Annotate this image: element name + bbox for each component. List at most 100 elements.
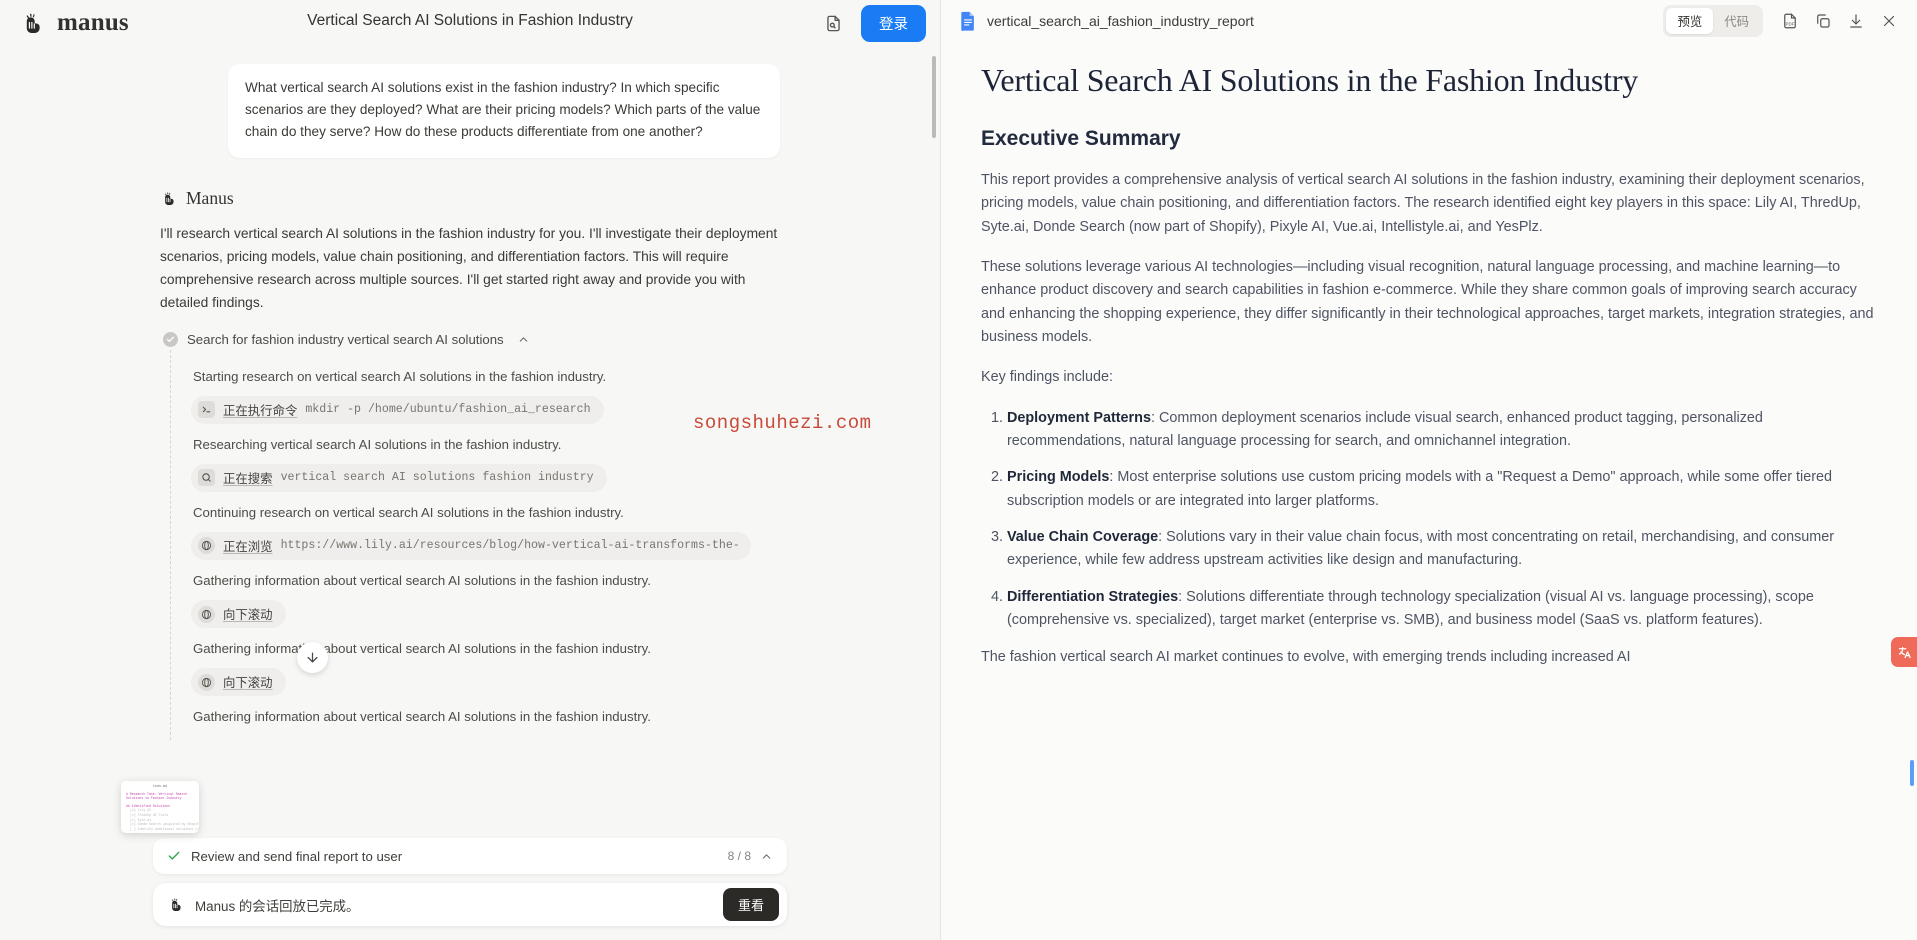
google-doc-icon [961,11,974,31]
manus-hand-icon [164,192,174,206]
chat-pane: manus Vertical Search AI Solutions in Fa… [0,0,940,940]
md-preview-filename: todo.md [152,785,168,789]
substep: Gathering information about vertical sea… [191,638,780,697]
top-bar: manus Vertical Search AI Solutions in Fa… [0,0,940,46]
chip-label: 向下滚动 [223,608,273,623]
report-paragraph: Key findings include: [981,369,1113,386]
copy-icon[interactable] [1809,7,1837,35]
check-icon [167,849,181,863]
report-document[interactable]: Vertical Search AI Solutions in the Fash… [941,42,1917,940]
status-text: Manus 的会话回放已完成。 [195,898,360,914]
finding-term: Pricing Models [1007,469,1110,486]
chat-scrollbar[interactable] [932,56,936,138]
substep: Researching vertical search AI solutions… [191,434,780,492]
chip-value: vertical search AI solutions fashion ind… [280,471,594,485]
file-name: vertical_search_ai_fashion_industry_repo… [987,13,1254,29]
login-button[interactable]: 登录 [861,4,926,42]
manus-hand-icon [171,898,181,912]
download-icon[interactable] [1842,7,1870,35]
substep: Gathering information about vertical sea… [191,706,780,727]
page-title: Vertical Search AI Solutions in Fashion … [307,12,633,29]
report-paragraph: These solutions leverage various AI tech… [981,258,1874,345]
app-root: manus Vertical Search AI Solutions in Fa… [0,0,1917,940]
close-icon[interactable] [1875,7,1903,35]
tool-chip-scroll[interactable]: 向下滚动 [191,600,286,629]
document-search-icon[interactable] [819,9,847,37]
chip-label: 正在浏览 [223,539,273,554]
panel-header: vertical_search_ai_fashion_industry_repo… [941,0,1917,42]
chip-label: 向下滚动 [223,676,273,691]
substep-text: Researching vertical search AI solutions… [193,436,562,452]
final-step-meta: 8 / 8 [728,849,773,863]
search-icon [198,469,215,487]
chip-value: mkdir -p /home/ubuntu/fashion_ai_researc… [305,403,591,417]
tool-chip-command[interactable]: 正在执行命令 mkdir -p /home/ubuntu/fashion_ai_… [191,395,604,424]
replay-button[interactable]: 重看 [722,888,779,921]
finding-term: Differentiation Strategies [1007,588,1179,605]
user-message: What vertical search AI solutions exist … [228,64,780,159]
svg-text:PDF: PDF [1786,22,1795,27]
substep: Starting research on vertical search AI … [191,366,780,424]
markdown-preview-popover: todo.md # Research Task: Vertical Search… [121,781,199,833]
list-item: Value Chain Coverage: Solutions vary in … [1007,526,1877,573]
panel-tools: 预览 代码 PDF [1663,5,1903,37]
final-step-row[interactable]: Review and send final report to user 8 /… [153,838,787,874]
list-item: Deployment Patterns: Common deployment s… [1007,407,1877,454]
final-step-label: Review and send final report to user [191,848,403,864]
chat-dock: todo.md # Research Task: Vertical Search… [0,781,940,940]
assistant-intro: I'll research vertical search AI solutio… [160,226,778,310]
check-circle-icon [163,332,178,348]
substep: Gathering information about vertical sea… [191,570,780,629]
chip-label: 正在执行命令 [223,403,298,418]
tool-chip-search[interactable]: 正在搜索 vertical search AI solutions fashio… [191,463,607,492]
tab-preview[interactable]: 预览 [1666,8,1714,34]
scroll-to-bottom-button[interactable] [297,642,328,673]
chip-label: 正在搜索 [223,471,273,486]
md-preview-line: needed) [126,832,194,833]
pdf-icon[interactable]: PDF [1776,7,1804,35]
substep-text: Gathering information about vertical sea… [193,641,651,657]
tab-code[interactable]: 代码 [1713,8,1760,34]
view-mode-toggle: 预览 代码 [1663,5,1763,37]
browser-icon [198,605,215,623]
tool-chip-browse[interactable]: 正在浏览 https://www.lily.ai/resources/blog/… [191,531,751,560]
chat-content: What vertical search AI solutions exist … [160,64,780,741]
chip-value: https://www.lily.ai/resources/blog/how-v… [280,539,738,553]
report-scrollbar[interactable] [1910,760,1914,786]
substep-text: Gathering information about vertical sea… [193,709,651,725]
step-counter: 8 / 8 [727,849,751,863]
step-header[interactable]: Search for fashion industry vertical sea… [163,332,780,348]
terminal-icon [198,401,215,419]
browser-icon [198,537,215,555]
substep: Continuing research on vertical search A… [191,502,780,560]
status-left: Manus 的会话回放已完成。 [169,895,359,915]
tool-chip-scroll[interactable]: 向下滚动 [191,668,286,697]
assistant-name: Manus [186,188,234,209]
list-item: Differentiation Strategies: Solutions di… [1007,586,1877,633]
manus-hand-icon [26,13,40,33]
step-title: Search for fashion industry vertical sea… [187,332,504,348]
translate-badge-icon[interactable] [1891,637,1917,667]
chevron-up-icon[interactable] [760,850,773,863]
report-section-heading: Executive Summary [981,126,1181,150]
finding-term: Value Chain Coverage [1007,528,1159,545]
list-item: Pricing Models: Most enterprise solution… [1007,466,1877,513]
substep-text: Starting research on vertical search AI … [193,368,607,384]
browser-icon [198,673,215,691]
substep-text: Continuing research on vertical search A… [193,504,624,520]
step-body: Starting research on vertical search AI … [170,349,780,741]
brand-name: manus [57,9,129,36]
report-paragraph: This report provides a comprehensive ana… [981,171,1865,235]
assistant-header: Manus [162,188,780,209]
finding-term: Deployment Patterns [1007,409,1151,426]
watermark: songshuhezi.com [693,412,872,434]
report-closing-paragraph: The fashion vertical search AI market co… [981,649,1631,666]
finding-body: : Most enterprise solutions use custom p… [1007,469,1832,509]
chevron-up-icon[interactable] [516,332,532,348]
substep-text: Gathering information about vertical sea… [193,572,651,588]
top-bar-actions: 登录 [819,4,926,42]
report-findings-list: Deployment Patterns: Common deployment s… [981,407,1877,633]
brand[interactable]: manus [22,9,129,37]
dock-inner: todo.md # Research Task: Vertical Search… [121,781,787,926]
report-title: Vertical Search AI Solutions in the Fash… [981,62,1639,98]
